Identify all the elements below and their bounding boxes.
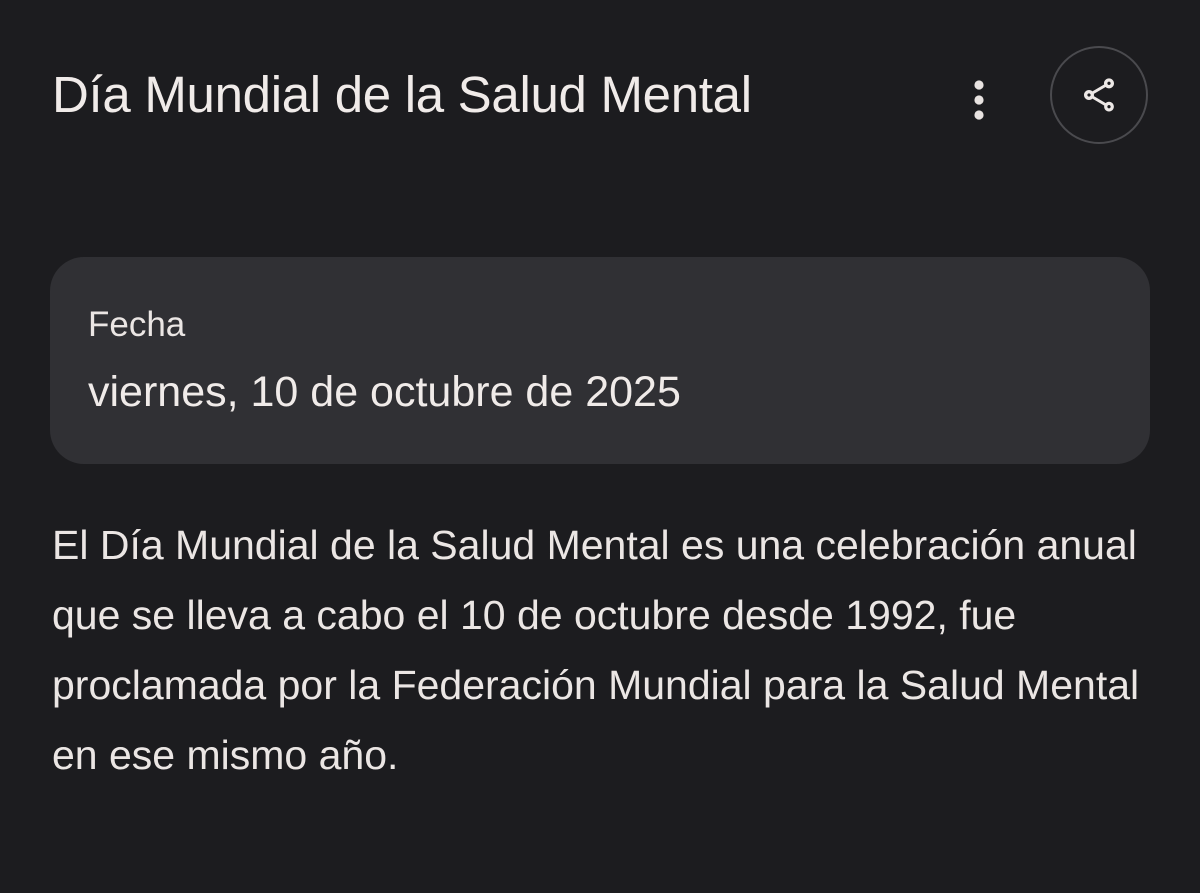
date-card[interactable]: Fecha viernes, 10 de octubre de 2025 [50, 257, 1150, 464]
description-text: El Día Mundial de la Salud Mental es una… [52, 522, 1140, 778]
date-label: Fecha [88, 305, 186, 344]
page-title: Día Mundial de la Salud Mental [52, 66, 752, 123]
share-icon [1084, 78, 1114, 112]
more-vertical-icon [974, 80, 984, 120]
share-button[interactable] [1050, 46, 1148, 144]
more-options-button[interactable] [954, 75, 1004, 125]
date-value: viernes, 10 de octubre de 2025 [88, 368, 681, 416]
